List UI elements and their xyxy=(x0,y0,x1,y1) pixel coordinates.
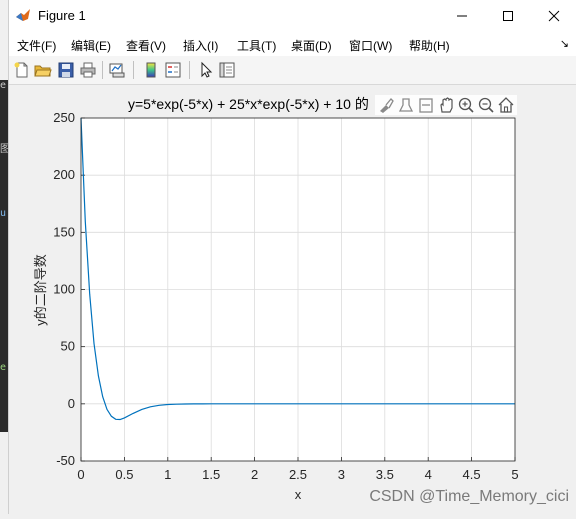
menu-file[interactable]: 文件(F) xyxy=(17,37,56,54)
y-tick-label: 200 xyxy=(53,167,75,182)
figure-window: Figure 1 文件(F) 编辑(E) 查看(V) 插入(I) 工具(T) 桌… xyxy=(8,0,576,514)
x-axis-label: x xyxy=(295,487,302,502)
figure-canvas: 0 0.5 1 1.5 2 2.5 3 3.5 4 4.5 5 -50 0 50 100 150 200 250 … xyxy=(9,85,576,514)
x-tick-label: 1 xyxy=(164,467,171,482)
menu-bar: 文件(F) 编辑(E) 查看(V) 插入(I) 工具(T) 桌面(D) 窗口(W… xyxy=(9,32,576,56)
legend-icon[interactable] xyxy=(164,61,182,79)
close-icon xyxy=(548,10,560,22)
menu-desktop[interactable]: 桌面(D) xyxy=(291,37,332,54)
x-tick-label: 0.5 xyxy=(115,467,133,482)
colorbar-icon[interactable] xyxy=(142,61,160,79)
toolbar-separator xyxy=(133,61,134,79)
menu-help[interactable]: 帮助(H) xyxy=(409,37,450,54)
menu-edit[interactable]: 编辑(E) xyxy=(71,37,111,54)
window-title: Figure 1 xyxy=(38,8,86,23)
x-tick-label: 2 xyxy=(251,467,258,482)
x-tick-label: 3 xyxy=(338,467,345,482)
x-tick-label: 5 xyxy=(511,467,518,482)
title-bar: Figure 1 xyxy=(9,0,576,32)
menu-overflow-arrow[interactable]: ↘ xyxy=(560,37,569,50)
menu-tools[interactable]: 工具(T) xyxy=(237,37,276,54)
y-tick-label: 100 xyxy=(53,282,75,297)
y-tick-label: 250 xyxy=(53,110,75,125)
figure-toolbar xyxy=(9,56,576,85)
toolbar-separator xyxy=(189,61,190,79)
menu-window[interactable]: 窗口(W) xyxy=(349,37,392,54)
minimize-button[interactable] xyxy=(439,0,485,32)
axes-toolbar xyxy=(375,95,517,115)
x-tick-label: 4 xyxy=(425,467,432,482)
x-tick-label: 2.5 xyxy=(289,467,307,482)
toolbar-separator xyxy=(102,61,103,79)
minimize-icon xyxy=(457,15,467,17)
save-icon[interactable] xyxy=(57,61,75,79)
pointer-icon[interactable] xyxy=(197,61,215,79)
open-file-icon[interactable] xyxy=(34,61,52,79)
maximize-icon xyxy=(503,11,513,21)
menu-insert[interactable]: 插入(I) xyxy=(183,37,218,54)
chart-title: y=5*exp(-5*x) + 25*x*exp(-5*x) + 10 的 xyxy=(128,96,369,112)
y-tick-label: 150 xyxy=(53,224,75,239)
matlab-icon xyxy=(16,9,30,21)
link-plot-icon[interactable] xyxy=(108,61,126,79)
y-tick-label: 0 xyxy=(68,396,75,411)
x-tick-label: 0 xyxy=(77,467,84,482)
menu-view[interactable]: 查看(V) xyxy=(126,37,166,54)
y-tick-label: -50 xyxy=(56,453,75,468)
x-tick-label: 3.5 xyxy=(376,467,394,482)
x-tick-label: 1.5 xyxy=(202,467,220,482)
property-inspector-icon[interactable] xyxy=(218,61,236,79)
x-tick-label: 4.5 xyxy=(463,467,481,482)
y-axis-label: y的二阶导数 xyxy=(33,254,48,326)
watermark: CSDN @Time_Memory_cici xyxy=(369,488,569,505)
print-icon[interactable] xyxy=(79,61,97,79)
close-button[interactable] xyxy=(531,0,576,32)
plot-svg: 0 0.5 1 1.5 2 2.5 3 3.5 4 4.5 5-50050100150200250 … xyxy=(33,95,569,505)
y-tick-label: 50 xyxy=(61,339,75,354)
new-figure-icon[interactable] xyxy=(13,61,31,79)
maximize-button[interactable] xyxy=(485,0,531,32)
